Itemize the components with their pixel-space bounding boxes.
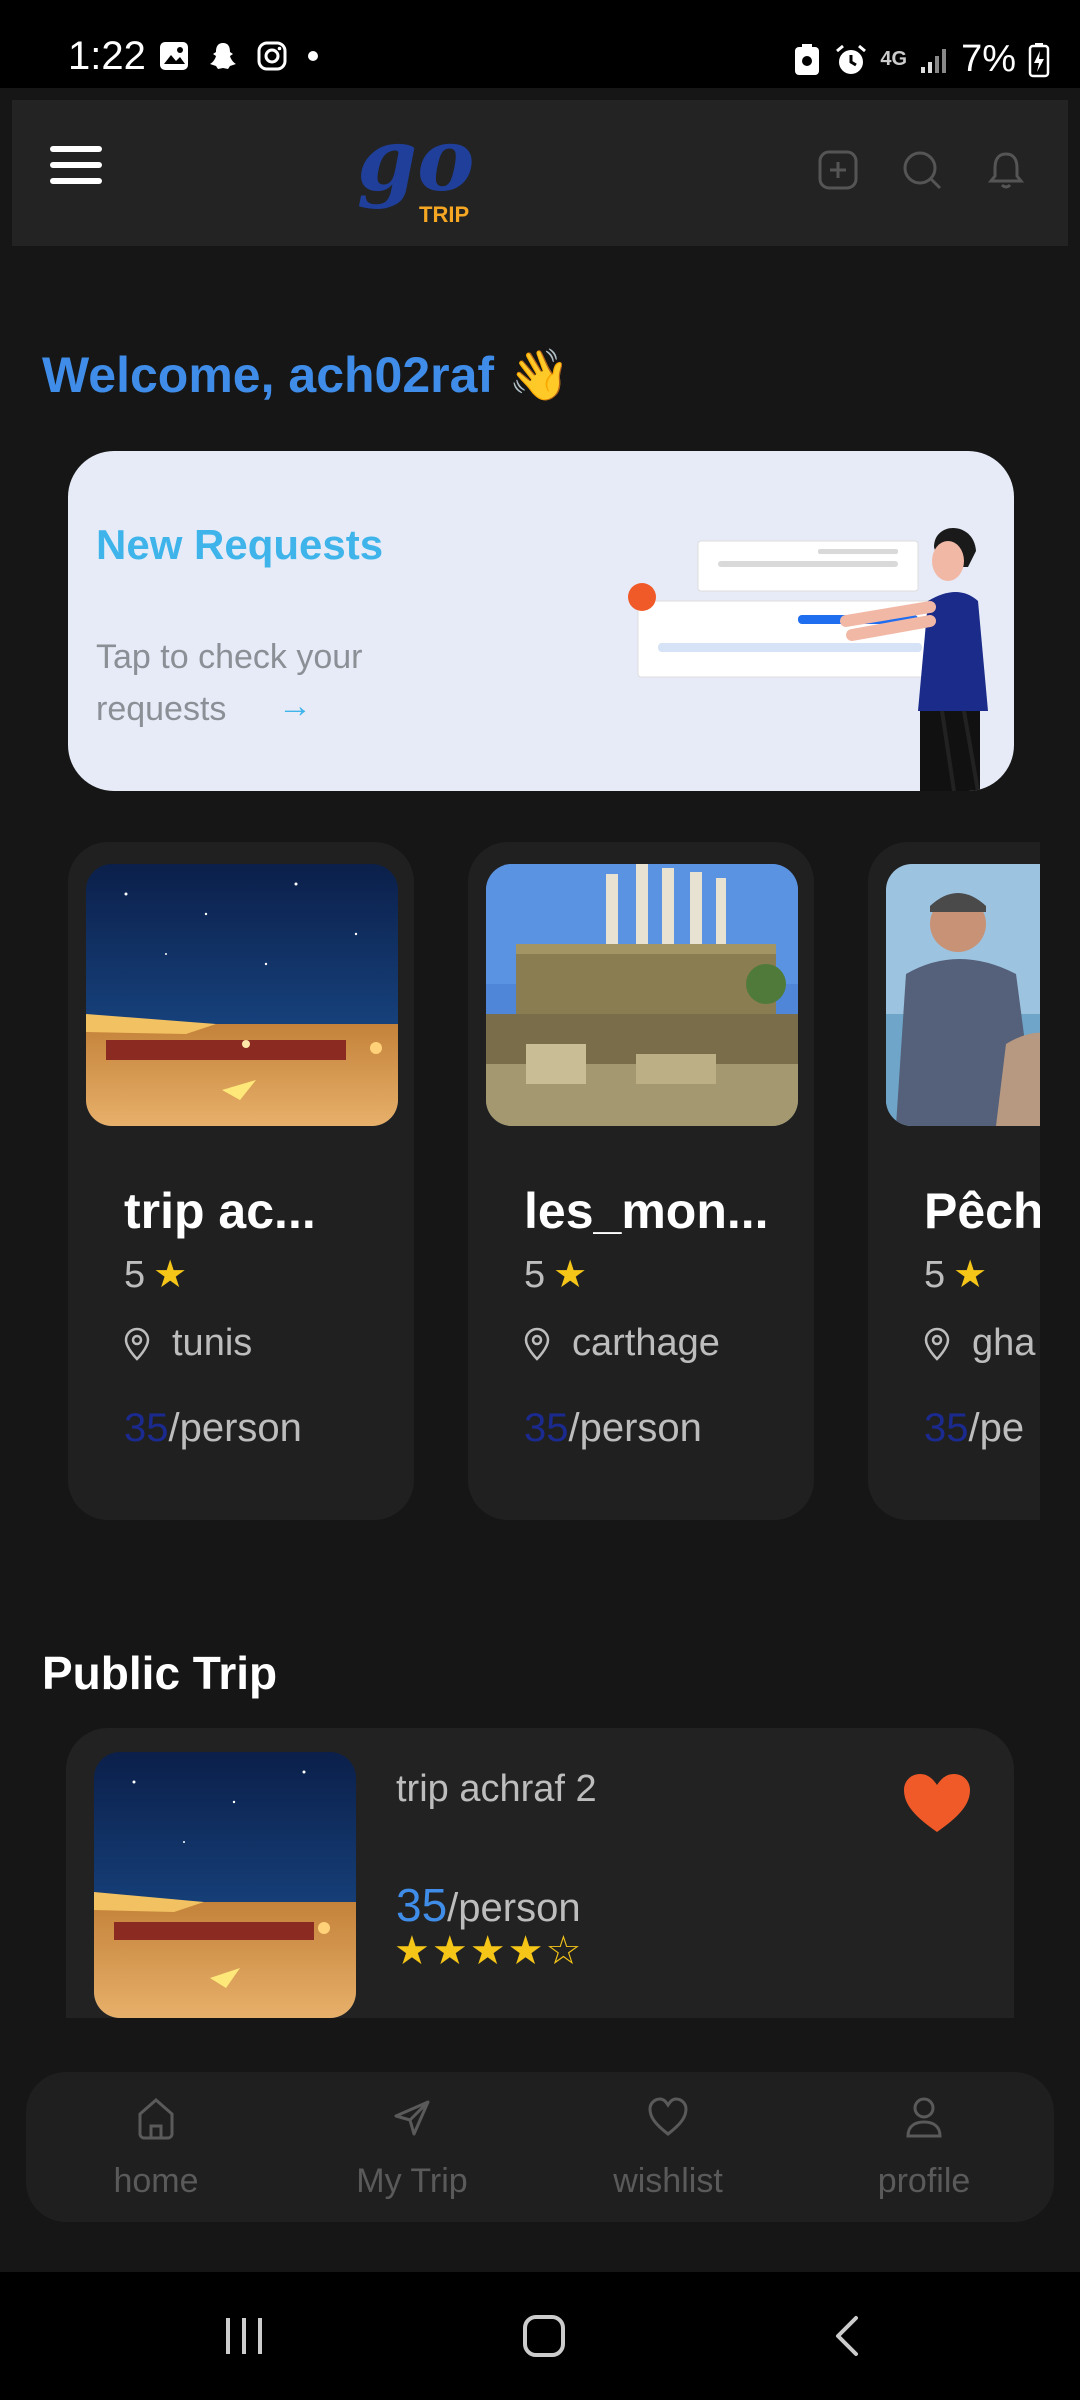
instagram-icon	[257, 41, 287, 71]
add-trip-icon[interactable]	[816, 148, 860, 192]
heart-outline-icon	[648, 2097, 688, 2136]
trip-image-desert	[86, 864, 398, 1126]
app-logo: go TRIP	[357, 110, 487, 228]
status-notification-icons	[158, 40, 320, 72]
location-text: carthage	[572, 1322, 720, 1364]
trip-rating: 5 ★	[924, 1252, 987, 1297]
home-icon	[138, 2098, 174, 2140]
nav-home[interactable]: home	[56, 2072, 256, 2222]
status-bar: 1:22 4G 7%	[0, 0, 1080, 88]
public-trip-image	[94, 1752, 356, 2018]
price-value: 35	[396, 1879, 448, 1931]
app-header: go TRIP	[12, 100, 1068, 246]
bottom-navigation: home My Trip wishlist profile	[26, 2072, 1054, 2222]
public-trip-price: 35/person	[396, 1878, 581, 1932]
price-value: 35	[924, 1406, 969, 1450]
menu-icon-line	[50, 162, 102, 168]
trip-rating: 5 ★	[124, 1252, 187, 1297]
trip-name: les_mon...	[524, 1183, 769, 1239]
network-type: 4G	[880, 48, 908, 70]
location-pin-icon	[924, 1327, 950, 1361]
back-icon[interactable]	[832, 2314, 862, 2358]
notification-bell-icon[interactable]	[984, 148, 1028, 192]
paper-plane-icon	[394, 2100, 430, 2136]
trip-image-ruins	[486, 864, 798, 1126]
menu-icon-line	[50, 178, 102, 184]
requests-subtitle: Tap to check your requests	[96, 638, 363, 728]
nav-my-trip[interactable]: My Trip	[312, 2072, 512, 2222]
trip-price: 35/person	[124, 1406, 302, 1451]
trip-card[interactable]: trip ac... 5 ★ tunis 35/person	[68, 842, 414, 1520]
nav-profile[interactable]: profile	[824, 2072, 1024, 2222]
rating-value: 5	[124, 1254, 146, 1296]
home-button-icon[interactable]	[522, 2314, 566, 2358]
recent-apps-icon[interactable]	[222, 2316, 266, 2356]
rating-value: 5	[924, 1254, 946, 1296]
price-unit: /pe	[968, 1406, 1025, 1450]
welcome-heading: Welcome, ach02raf 👋	[42, 346, 570, 405]
logo-main-text: go	[357, 110, 475, 211]
price-unit: /person	[447, 1886, 581, 1930]
trip-image-fisherman	[886, 864, 1040, 1126]
trip-location: tunis	[124, 1322, 252, 1365]
price-value: 35	[524, 1406, 569, 1450]
welcome-text: Welcome, ach02raf	[42, 347, 495, 403]
nav-wishlist[interactable]: wishlist	[568, 2072, 768, 2222]
heart-icon[interactable]	[902, 1772, 972, 1836]
location-pin-icon	[124, 1327, 150, 1361]
system-navigation-bar	[0, 2272, 1080, 2400]
nav-label: wishlist	[613, 2162, 723, 2200]
status-system-icons: 4G 7%	[792, 38, 1050, 81]
star-icon: ★	[953, 1254, 988, 1296]
requests-illustration	[628, 527, 988, 791]
search-icon[interactable]	[900, 148, 944, 192]
battery-saver-icon	[795, 43, 820, 75]
trip-location: carthage	[524, 1322, 720, 1365]
user-icon	[906, 2097, 942, 2138]
alarm-icon	[836, 44, 867, 74]
logo-sub-text: TRIP	[419, 202, 470, 227]
trip-name: Pêch	[924, 1183, 1040, 1239]
trip-card[interactable]: les_mon... 5 ★ carthage 35/person	[468, 842, 814, 1520]
public-trip-heading: Public Trip	[42, 1647, 278, 1699]
gallery-icon	[160, 42, 188, 70]
rating-value: 5	[524, 1254, 546, 1296]
trip-rating: 5 ★	[524, 1252, 587, 1297]
public-trip-name: trip achraf 2	[396, 1768, 597, 1810]
location-text: gha	[972, 1322, 1036, 1364]
trip-carousel[interactable]: trip ac... 5 ★ tunis 35/person les_mon..…	[0, 842, 1040, 1522]
trip-name: trip ac...	[124, 1183, 316, 1239]
requests-title: New Requests	[96, 521, 384, 568]
location-pin-icon	[524, 1327, 550, 1361]
rating-stars: ★★★★☆	[394, 1929, 584, 1973]
trip-card[interactable]: Pêch 5 ★ gha 35/pe	[868, 842, 1040, 1520]
price-unit: /person	[168, 1406, 302, 1450]
location-text: tunis	[172, 1322, 253, 1364]
new-requests-card[interactable]: New Requests Tap to check your requests …	[68, 451, 1014, 791]
dot-icon	[308, 51, 318, 61]
battery-charging-icon	[1028, 42, 1050, 77]
price-unit: /person	[568, 1406, 702, 1450]
star-icon: ★	[553, 1254, 588, 1296]
snapchat-icon	[210, 43, 236, 69]
arrow-right-icon[interactable]: →	[278, 687, 312, 726]
trip-location: gha	[924, 1322, 1035, 1365]
trip-price: 35/pe	[924, 1406, 1024, 1451]
trip-price: 35/person	[524, 1406, 702, 1451]
wave-emoji: 👋	[507, 347, 571, 403]
nav-label: My Trip	[356, 2162, 468, 2200]
menu-icon-line	[50, 146, 102, 152]
star-icon: ★	[153, 1254, 188, 1296]
public-trip-card[interactable]: trip achraf 2 35/person ★★★★☆	[66, 1728, 1014, 2018]
price-value: 35	[124, 1406, 169, 1450]
nav-label: home	[113, 2162, 199, 2200]
signal-icon	[921, 48, 947, 73]
nav-label: profile	[877, 2162, 971, 2200]
battery-percent: 7%	[961, 38, 1016, 80]
status-time: 1:22	[68, 34, 146, 78]
menu-button[interactable]	[50, 146, 102, 190]
